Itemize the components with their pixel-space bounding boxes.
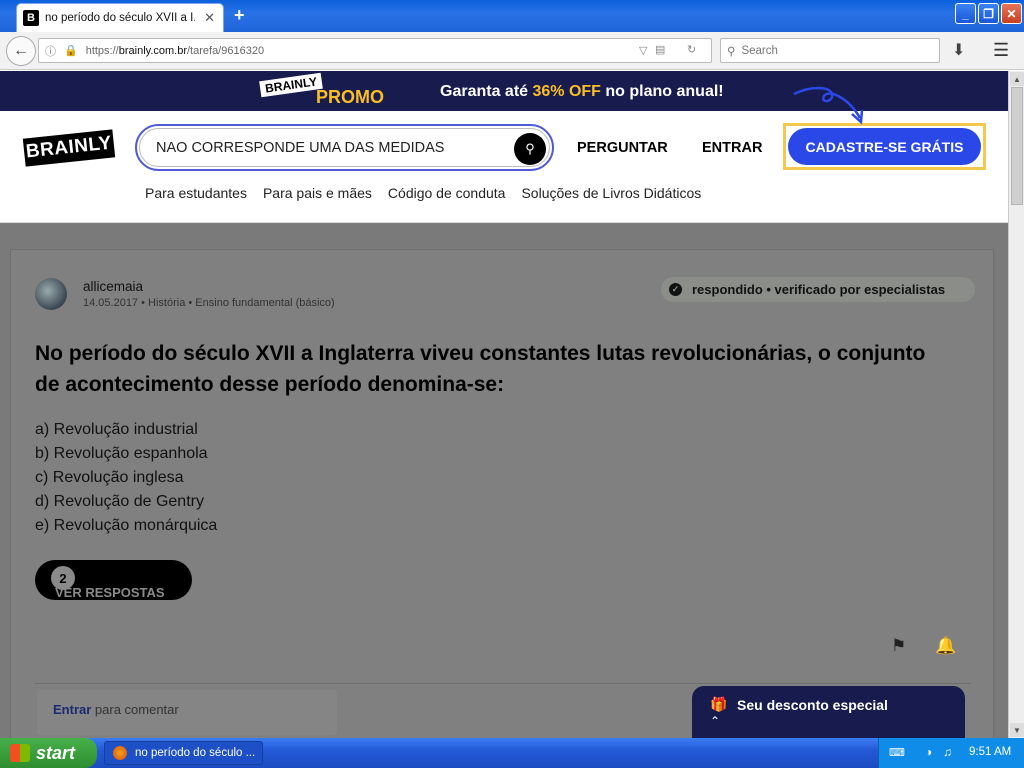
download-icon[interactable]: ⬇ [952, 40, 965, 60]
firefox-icon [113, 746, 127, 760]
search-button-icon[interactable]: ⚲ [514, 133, 546, 165]
windows-logo-icon [10, 744, 30, 762]
option-d: d) Revolução de Gentry [35, 493, 204, 510]
option-b: b) Revolução espanhola [35, 445, 208, 462]
taskbar: start no período do século ... ⌨ ◑ ♫ 9:5… [0, 738, 1024, 768]
taskbar-item-label: no período do século ... [135, 747, 256, 759]
promo-text: Garanta até 36% OFF no plano anual! [440, 83, 724, 100]
subnav-parents[interactable]: Para pais e mães [263, 185, 372, 201]
promo-logo: BRAINLY [259, 72, 324, 98]
bell-icon[interactable]: 🔔 [935, 636, 956, 656]
browser-tab-strip: B no período do século XVII a I... ✕ + _… [0, 0, 1024, 32]
promo-word: PROMO [316, 87, 385, 107]
check-icon: ✓ [669, 283, 682, 296]
divider [35, 683, 971, 684]
question-date: 14.05.2017 [83, 297, 139, 309]
address-bar[interactable]: ⓘ 🔒 https://brainly.com.br/tarefa/961632… [38, 38, 712, 63]
subnav-textbooks[interactable]: Soluções de Livros Didáticos [521, 185, 701, 201]
status-badge: ✓ respondido • verificado por especialis… [661, 277, 975, 302]
brainly-logo[interactable]: BRAINLY [22, 129, 116, 167]
ask-link[interactable]: PERGUNTAR [577, 140, 668, 156]
search-input[interactable]: NAO CORRESPONDE UMA DAS MEDIDAS [139, 128, 550, 167]
option-a: a) Revolução industrial [35, 421, 198, 438]
scrollbar-thumb[interactable] [1011, 87, 1023, 205]
info-icon[interactable]: ⓘ [45, 43, 56, 59]
search-icon: ⚲ [727, 45, 736, 58]
minimize-button[interactable]: _ [955, 3, 976, 24]
scroll-up-icon[interactable]: ▲ [1010, 72, 1024, 86]
lock-icon: 🔒 [64, 45, 78, 57]
discount-label: Seu desconto especial [737, 697, 888, 713]
maximize-button[interactable]: ❐ [978, 3, 999, 24]
search-placeholder: Search [741, 44, 778, 57]
browser-nav-bar: ← ⓘ 🔒 https://brainly.com.br/tarefa/9616… [0, 32, 1024, 70]
reader-view-icon[interactable]: ▤ [655, 43, 665, 56]
gift-icon: 🎁 [710, 696, 728, 712]
status-badge-label: respondido • verificado por especialista… [692, 282, 946, 297]
tab-close-icon[interactable]: ✕ [204, 10, 215, 26]
view-answers-label: VER RESPOSTAS [55, 585, 165, 600]
flag-icon[interactable]: ⚑ [891, 636, 906, 656]
taskbar-item-firefox[interactable]: no período do século ... [104, 741, 263, 765]
keyboard-icon[interactable]: ⌨ [889, 746, 905, 759]
answer-options: a) Revolução industrial b) Revolução esp… [35, 418, 217, 538]
login-link[interactable]: ENTRAR [702, 140, 762, 156]
sub-navigation: Para estudantes Para pais e mães Código … [145, 185, 701, 201]
window-controls: _ ❐ ✕ [955, 3, 1022, 24]
back-button[interactable]: ← [6, 36, 36, 66]
search-box[interactable]: NAO CORRESPONDE UMA DAS MEDIDAS ⚲ [135, 124, 554, 171]
hamburger-menu-icon[interactable]: ☰ [993, 40, 1009, 61]
author-name[interactable]: allicemaia [83, 279, 143, 294]
clock: 9:51 AM [969, 746, 1012, 758]
start-label: start [36, 742, 76, 763]
network-icon[interactable]: ◑ [925, 745, 932, 759]
dropdown-icon[interactable]: ▽ [639, 44, 647, 57]
comment-login-link[interactable]: Entrar [53, 702, 91, 717]
view-answers-button[interactable]: 2 VER RESPOSTAS [35, 560, 192, 600]
main-content: allicemaia 14.05.2017 • História • Ensin… [0, 223, 1008, 749]
avatar[interactable] [35, 278, 67, 310]
chevron-up-icon[interactable]: ⌃ [710, 714, 720, 728]
new-tab-button[interactable]: + [234, 5, 245, 26]
close-window-button[interactable]: ✕ [1001, 3, 1022, 24]
browser-tab[interactable]: B no período do século XVII a I... ✕ [16, 3, 224, 32]
vertical-scrollbar[interactable]: ▲ ▼ [1008, 71, 1024, 738]
subnav-students[interactable]: Para estudantes [145, 185, 247, 201]
volume-icon[interactable]: ♫ [943, 745, 952, 759]
browser-search-input[interactable]: ⚲ Search [720, 38, 940, 63]
comment-prompt[interactable]: Entrar para comentar [37, 690, 337, 735]
url-text: https://brainly.com.br/tarefa/9616320 [85, 44, 265, 57]
tab-title: no período do século XVII a I... [45, 12, 195, 24]
question-title: No período do século XVII a Inglaterra v… [35, 342, 926, 396]
question-card: allicemaia 14.05.2017 • História • Ensin… [10, 249, 994, 749]
discount-popup[interactable]: 🎁 Seu desconto especial ⌃ [692, 686, 965, 738]
start-button[interactable]: start [0, 738, 97, 768]
signup-button[interactable]: CADASTRE-SE GRÁTIS [788, 128, 981, 165]
option-e: e) Revolução monárquica [35, 517, 218, 534]
option-c: c) Revolução inglesa [35, 469, 184, 486]
question-subject[interactable]: História [148, 297, 185, 309]
subnav-conduct[interactable]: Código de conduta [388, 185, 506, 201]
brainly-favicon-icon: B [23, 10, 39, 26]
arrow-icon [793, 86, 864, 125]
scroll-down-icon[interactable]: ▼ [1010, 723, 1024, 737]
system-tray: ⌨ ◑ ♫ 9:51 AM [878, 738, 1024, 768]
question-meta: 14.05.2017 • História • Ensino fundament… [83, 297, 335, 309]
question-level: Ensino fundamental (básico) [195, 297, 335, 309]
reload-icon[interactable]: ↻ [687, 43, 696, 56]
